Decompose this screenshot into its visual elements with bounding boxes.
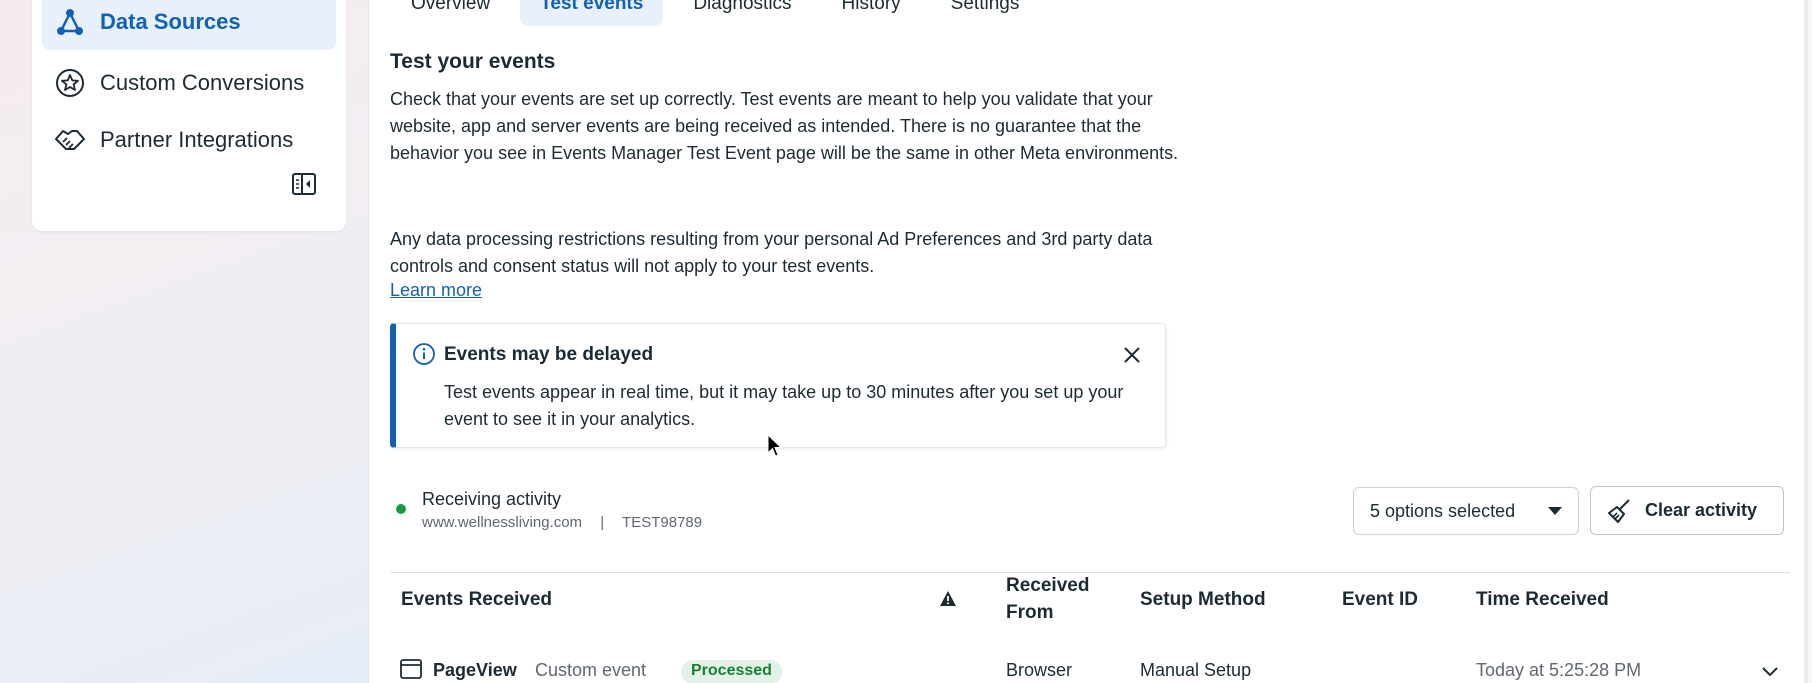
- header-time-received: Time Received: [1476, 589, 1609, 610]
- header-events-received: Events Received: [401, 589, 553, 610]
- received-from-cell: Browser: [1006, 660, 1073, 680]
- event-filter-value: 5 options selected: [1370, 500, 1516, 521]
- header-received-line2: From: [1006, 602, 1054, 623]
- sidebar-item-label: Custom Conversions: [100, 70, 305, 95]
- tab-bar: Overview Test events Diagnostics History…: [369, 0, 1049, 26]
- info-icon: [412, 342, 436, 366]
- description-text: Check that your events are set up correc…: [390, 89, 1179, 163]
- banner-text: Test events appear in real time, but it …: [444, 382, 1124, 429]
- close-icon[interactable]: [1121, 344, 1143, 366]
- header-event-id: Event ID: [1342, 589, 1419, 610]
- sidebar-item-label: Data Sources: [100, 9, 241, 34]
- data-sources-icon: [54, 6, 86, 38]
- clear-activity-button[interactable]: Clear activity: [1590, 486, 1784, 535]
- tab-history[interactable]: History: [822, 0, 921, 26]
- header-setup-method: Setup Method: [1140, 589, 1266, 610]
- banner-title: Events may be delayed: [444, 344, 654, 365]
- header-received-line1: Received: [1006, 575, 1090, 596]
- mouse-cursor-icon: [767, 433, 783, 458]
- sidebar-item-data-sources[interactable]: Data Sources: [42, 0, 336, 50]
- main-panel: Overview Test events Diagnostics History…: [368, 0, 1808, 683]
- privacy-note: Any data processing restrictions resulti…: [390, 229, 1153, 276]
- star-badge-icon: [54, 67, 86, 99]
- table-divider: [390, 572, 1790, 573]
- collapse-sidebar-icon[interactable]: [290, 170, 320, 200]
- status-indicator: [396, 504, 406, 514]
- delay-notice-banner: Events may be delayed Test events appear…: [390, 323, 1166, 448]
- page-title: Test your events: [390, 50, 556, 73]
- setup-method-cell: Manual Setup: [1140, 660, 1252, 680]
- tab-settings[interactable]: Settings: [931, 0, 1040, 26]
- tab-diagnostics[interactable]: Diagnostics: [673, 0, 811, 26]
- activity-domain: www.wellnessliving.com: [422, 514, 583, 531]
- status-badge: Processed: [681, 660, 782, 683]
- activity-separator: |: [600, 514, 605, 531]
- tab-overview[interactable]: Overview: [391, 0, 510, 26]
- activity-source: www.wellnessliving.com | TEST98789: [422, 514, 716, 531]
- chevron-down-icon[interactable]: [1760, 665, 1780, 679]
- activity-status: Receiving activity: [422, 489, 562, 509]
- caret-down-icon: [1548, 507, 1562, 515]
- event-type: Custom event: [535, 660, 647, 680]
- tab-test-events[interactable]: Test events: [520, 0, 664, 26]
- sidebar-item-partner-integrations[interactable]: Partner Integrations: [42, 112, 336, 168]
- sidebar-item-label: Partner Integrations: [100, 127, 294, 152]
- broom-icon: [1607, 498, 1633, 524]
- scrollbar[interactable]: [1804, 0, 1808, 683]
- header-received-from: Received From: [1006, 572, 1089, 626]
- browser-window-icon: [400, 659, 422, 679]
- event-name[interactable]: PageView: [433, 660, 517, 681]
- warning-icon[interactable]: [939, 590, 957, 608]
- handshake-icon: [54, 124, 86, 156]
- sidebar-item-custom-conversions[interactable]: Custom Conversions: [42, 55, 336, 111]
- event-filter-select[interactable]: 5 options selected: [1353, 487, 1579, 535]
- sidebar: Data Sources Custom Conversions Partner …: [32, 0, 346, 231]
- learn-more-link[interactable]: Learn more: [390, 280, 482, 301]
- time-received-cell: Today at 5:25:28 PM: [1476, 660, 1642, 680]
- clear-activity-label: Clear activity: [1645, 500, 1758, 520]
- activity-test-code: TEST98789: [622, 514, 703, 531]
